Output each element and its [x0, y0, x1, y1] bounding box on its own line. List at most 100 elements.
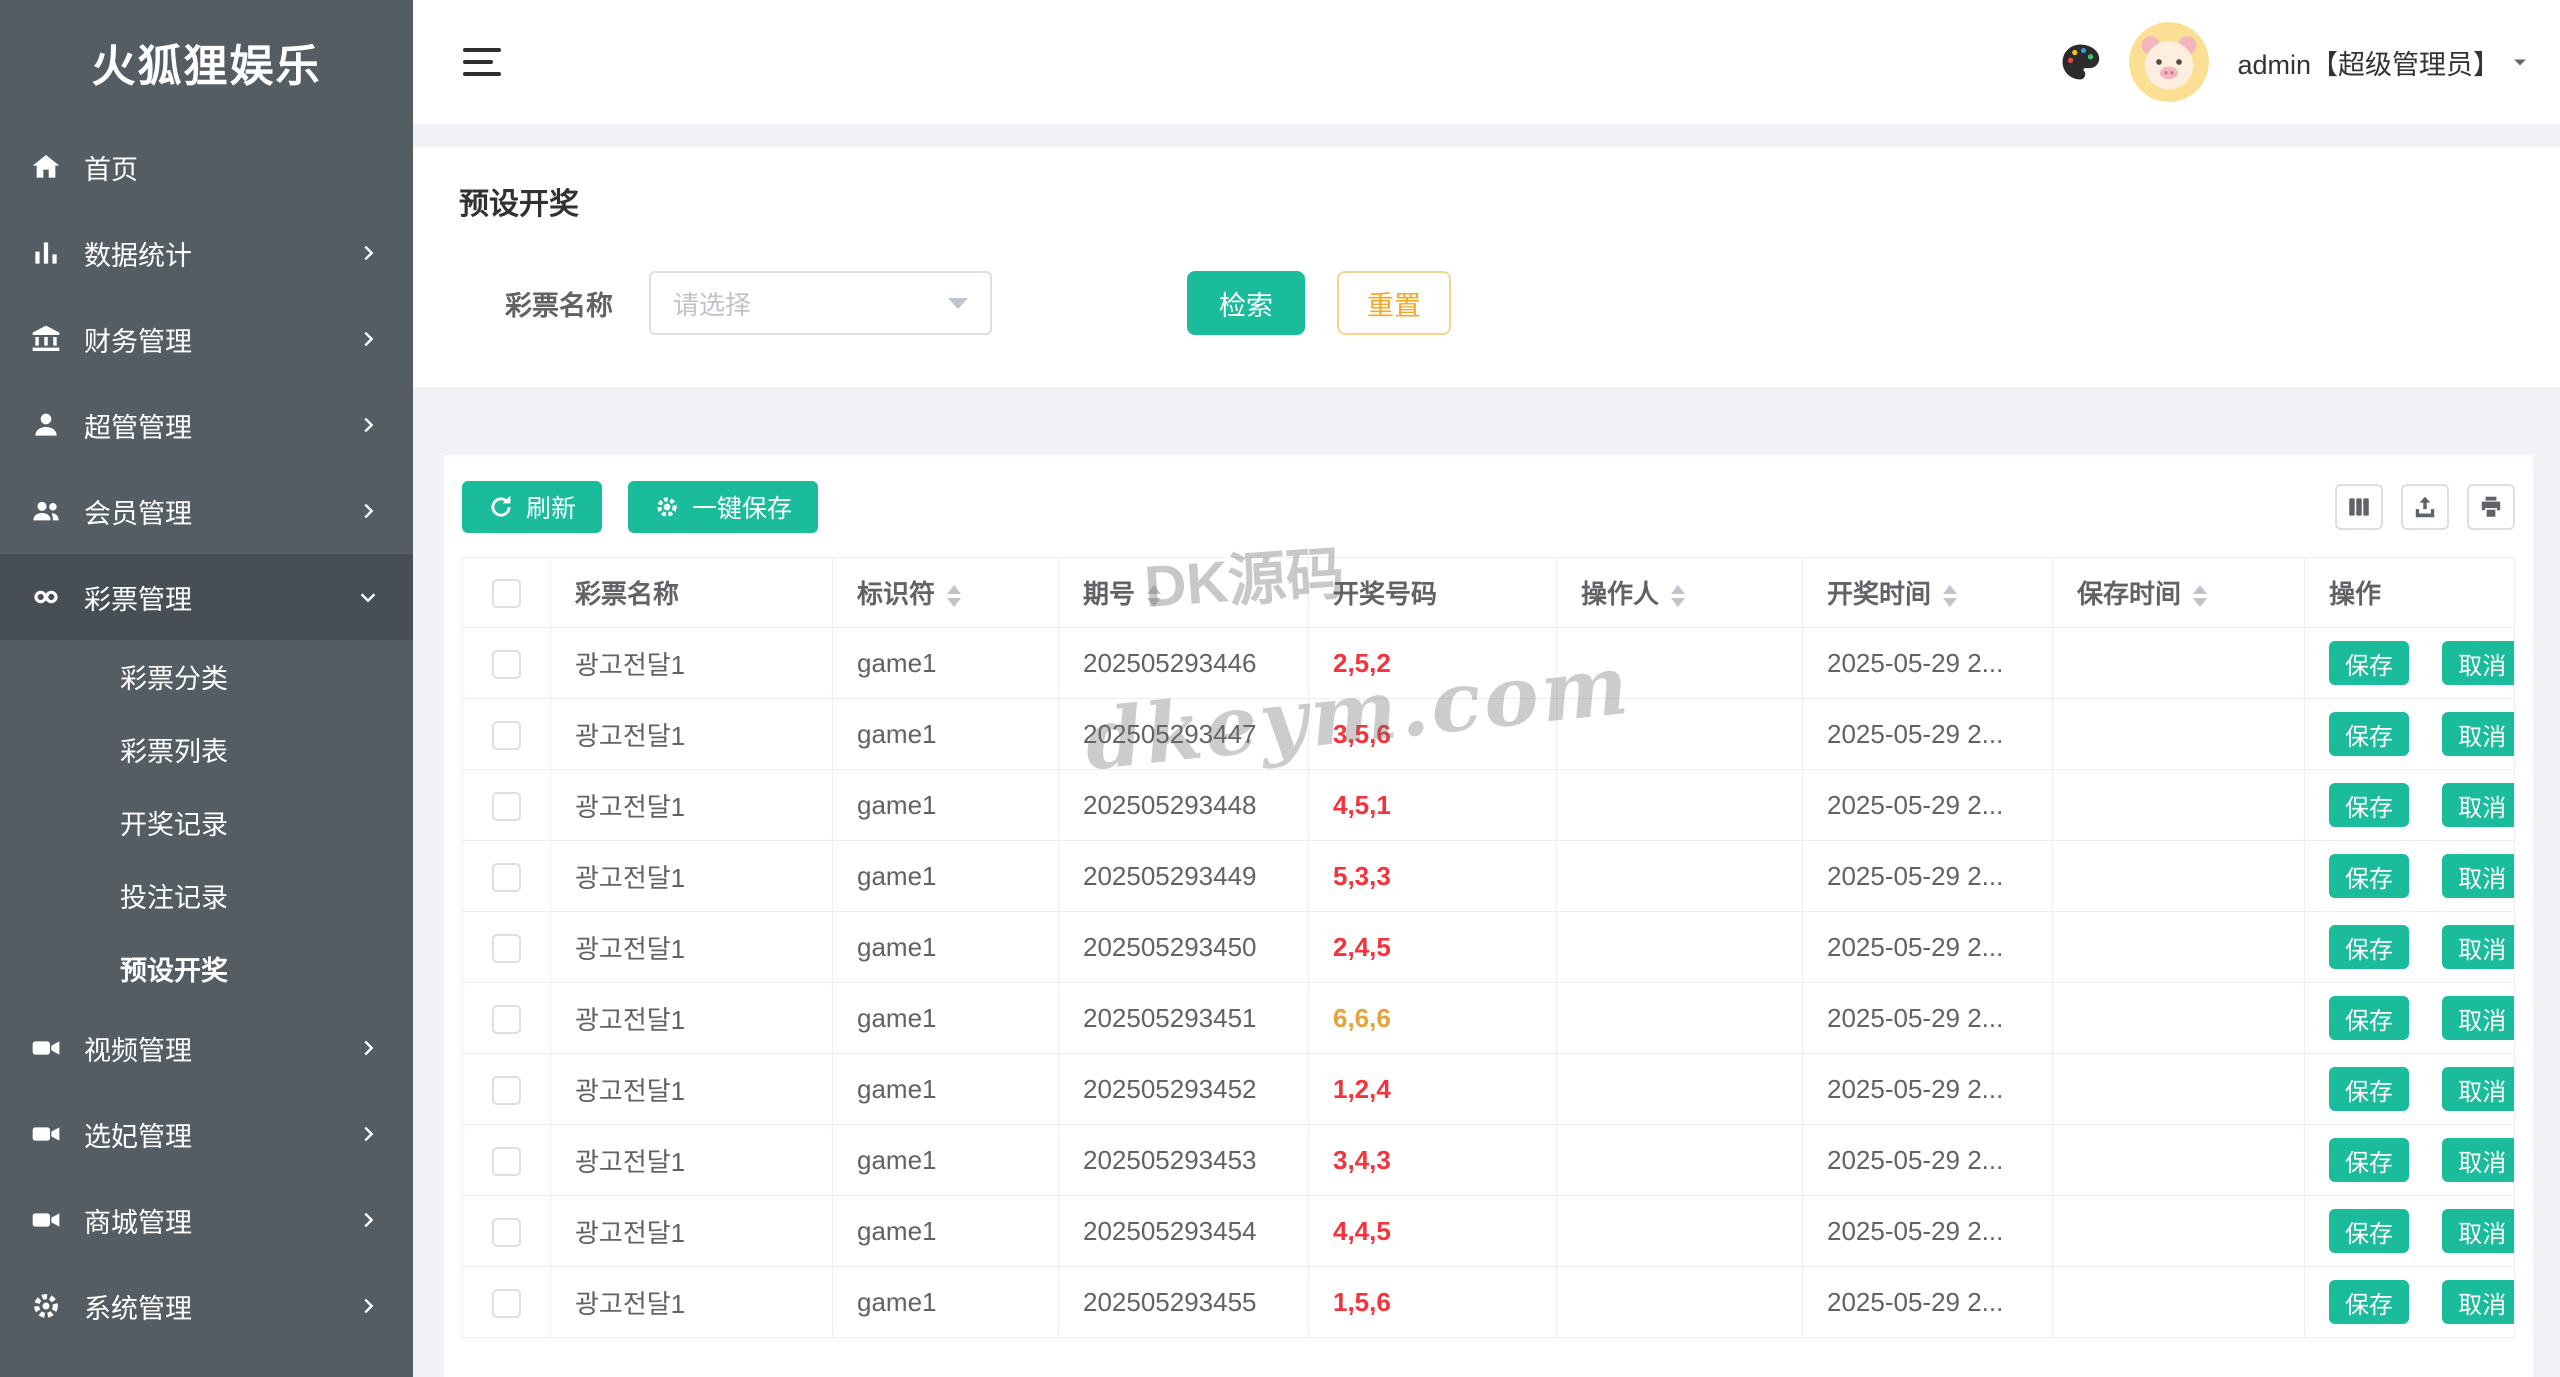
row-save-button[interactable]: 保存	[2329, 783, 2409, 827]
cell-actions: 保存 取消	[2305, 628, 2515, 699]
row-select-cell	[463, 1267, 551, 1338]
sidebar-toggle-icon[interactable]	[463, 48, 501, 76]
row-checkbox[interactable]	[492, 650, 521, 679]
row-checkbox[interactable]	[492, 863, 521, 892]
columns-icon	[2346, 494, 2372, 520]
row-cancel-button[interactable]: 取消	[2442, 854, 2514, 898]
row-cancel-button[interactable]: 取消	[2442, 1280, 2514, 1324]
sidebar-item-finance[interactable]: 财务管理	[0, 296, 413, 382]
filter-card: 预设开奖 彩票名称 请选择 检索 重置	[413, 147, 2560, 387]
cell-issue-number: 202505293454	[1059, 1196, 1309, 1267]
sort-control[interactable]	[1943, 585, 1957, 607]
search-button[interactable]: 检索	[1187, 271, 1305, 335]
sidebar-item-label: 财务管理	[84, 320, 357, 359]
sidebar-item-super-admin[interactable]: 超管管理	[0, 382, 413, 468]
cell-lottery-name: 광고전달1	[551, 1125, 833, 1196]
sidebar-item-mall[interactable]: 商城管理	[0, 1177, 413, 1263]
column-header-操作: 操作	[2305, 558, 2515, 628]
sidebar-subitem-draw-records[interactable]: 开奖记录	[0, 786, 413, 859]
chevron-right-icon	[357, 328, 379, 350]
sidebar-subitem-bet-records[interactable]: 投注记录	[0, 859, 413, 932]
columns-button[interactable]	[2335, 484, 2383, 530]
row-cancel-button[interactable]: 取消	[2442, 1067, 2514, 1111]
sidebar-subitem-preset-draw[interactable]: 预设开奖	[0, 932, 413, 1005]
row-save-button[interactable]: 保存	[2329, 1138, 2409, 1182]
video-icon	[30, 1204, 62, 1236]
sidebar-item-label: 超管管理	[84, 406, 357, 445]
save-all-button[interactable]: 一键保存	[628, 481, 818, 533]
cell-lottery-name: 광고전달1	[551, 841, 833, 912]
select-caret-icon	[948, 298, 968, 309]
cell-identifier: game1	[833, 841, 1059, 912]
row-cancel-button[interactable]: 取消	[2442, 1138, 2514, 1182]
user-avatar[interactable]	[2129, 22, 2209, 102]
row-select-cell	[463, 699, 551, 770]
sort-control[interactable]	[947, 585, 961, 607]
sidebar-item-concubine[interactable]: 选妃管理	[0, 1091, 413, 1177]
cell-issue-number: 202505293453	[1059, 1125, 1309, 1196]
row-checkbox[interactable]	[492, 934, 521, 963]
chevron-right-icon	[357, 500, 379, 522]
gear-icon	[30, 1290, 62, 1322]
sort-control[interactable]	[2193, 585, 2207, 607]
row-save-button[interactable]: 保存	[2329, 1067, 2409, 1111]
lottery-name-select[interactable]: 请选择	[649, 271, 992, 335]
row-cancel-button[interactable]: 取消	[2442, 712, 2514, 756]
user-menu[interactable]: admin【超级管理员】	[2237, 43, 2530, 82]
sidebar-item-statistics[interactable]: 数据统计	[0, 210, 413, 296]
sidebar-item-home[interactable]: 首页	[0, 124, 413, 210]
theme-palette-icon[interactable]	[2059, 41, 2101, 83]
reset-button[interactable]: 重置	[1337, 271, 1451, 335]
print-button[interactable]	[2467, 484, 2515, 530]
row-checkbox[interactable]	[492, 1005, 521, 1034]
cell-draw-numbers: 4,5,1	[1309, 770, 1557, 841]
sidebar-subitem-label: 预设开奖	[120, 949, 228, 988]
row-cancel-button[interactable]: 取消	[2442, 996, 2514, 1040]
row-save-button[interactable]: 保存	[2329, 854, 2409, 898]
cell-draw-time: 2025-05-29 2...	[1803, 983, 2053, 1054]
row-checkbox[interactable]	[492, 1289, 521, 1318]
sidebar-item-lottery[interactable]: 彩票管理	[0, 554, 413, 640]
row-checkbox[interactable]	[492, 1076, 521, 1105]
row-cancel-button[interactable]: 取消	[2442, 925, 2514, 969]
row-save-button[interactable]: 保存	[2329, 1209, 2409, 1253]
sort-control[interactable]	[1671, 585, 1685, 607]
cell-draw-time: 2025-05-29 2...	[1803, 1267, 2053, 1338]
cell-actions: 保存 取消	[2305, 1196, 2515, 1267]
cell-operator	[1557, 1125, 1803, 1196]
sidebar-subitem-lottery-list[interactable]: 彩票列表	[0, 713, 413, 786]
chevron-down-icon	[357, 586, 379, 608]
row-save-button[interactable]: 保存	[2329, 641, 2409, 685]
row-save-button[interactable]: 保存	[2329, 996, 2409, 1040]
sort-control[interactable]	[1147, 585, 1161, 607]
table-row: 광고전달1 game1 202505293450 2,4,5 2025-05-2…	[463, 912, 2515, 983]
row-checkbox[interactable]	[492, 721, 521, 750]
table-row: 광고전달1 game1 202505293449 5,3,3 2025-05-2…	[463, 841, 2515, 912]
page-title: 预设开奖	[459, 179, 2514, 223]
row-save-button[interactable]: 保存	[2329, 925, 2409, 969]
row-save-button[interactable]: 保存	[2329, 1280, 2409, 1324]
caret-down-icon	[2510, 52, 2530, 72]
sidebar-item-label: 首页	[84, 148, 357, 187]
cell-save-time	[2053, 699, 2305, 770]
table-row: 광고전달1 game1 202505293455 1,5,6 2025-05-2…	[463, 1267, 2515, 1338]
sidebar-item-system[interactable]: 系统管理	[0, 1263, 413, 1349]
refresh-button[interactable]: 刷新	[462, 481, 602, 533]
row-cancel-button[interactable]: 取消	[2442, 783, 2514, 827]
cell-issue-number: 202505293452	[1059, 1054, 1309, 1125]
select-all-checkbox[interactable]	[492, 579, 521, 608]
app-root: 火狐狸娱乐 首页 数据统计 财务管理 超管管理 会员管理 彩票管理 彩票分类 彩…	[0, 0, 2560, 1377]
row-select-cell	[463, 1125, 551, 1196]
sidebar-subitem-lottery-category[interactable]: 彩票分类	[0, 640, 413, 713]
sidebar-item-video[interactable]: 视频管理	[0, 1005, 413, 1091]
row-save-button[interactable]: 保存	[2329, 712, 2409, 756]
export-button[interactable]	[2401, 484, 2449, 530]
cell-draw-numbers: 4,4,5	[1309, 1196, 1557, 1267]
row-checkbox[interactable]	[492, 1218, 521, 1247]
row-checkbox[interactable]	[492, 792, 521, 821]
sidebar-item-members[interactable]: 会员管理	[0, 468, 413, 554]
cell-identifier: game1	[833, 699, 1059, 770]
row-cancel-button[interactable]: 取消	[2442, 641, 2514, 685]
row-checkbox[interactable]	[492, 1147, 521, 1176]
row-cancel-button[interactable]: 取消	[2442, 1209, 2514, 1253]
